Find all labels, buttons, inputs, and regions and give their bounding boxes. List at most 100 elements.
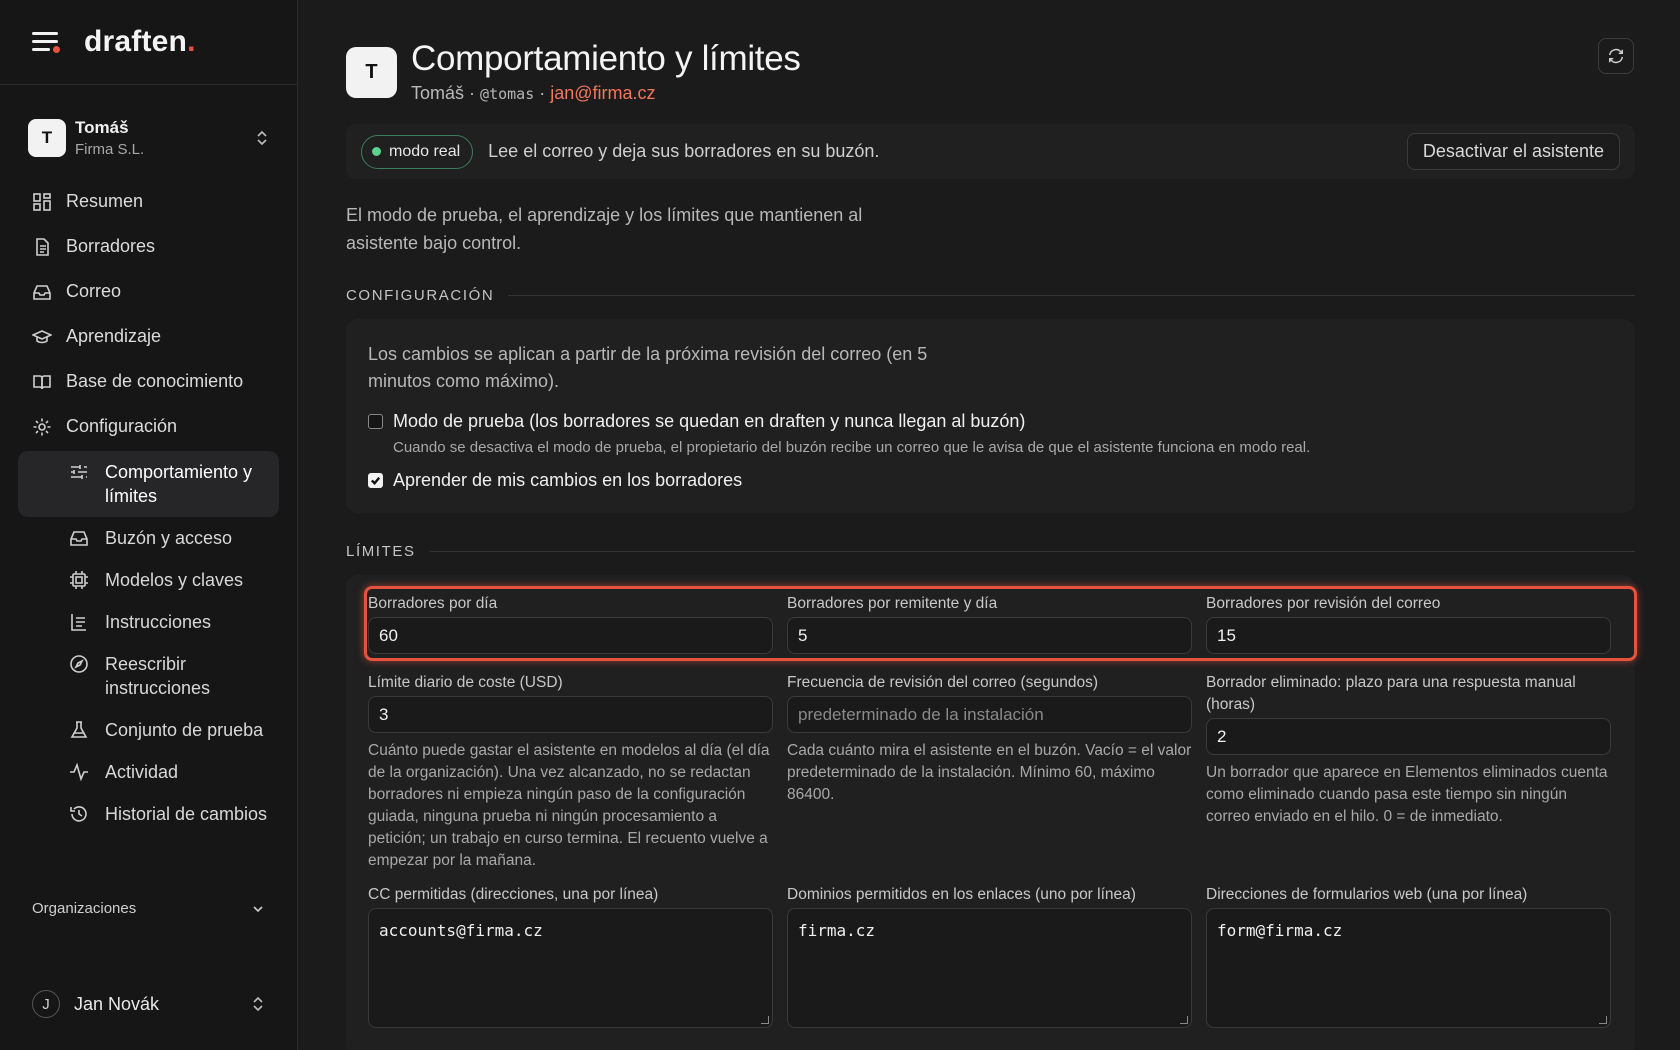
grid-icon <box>33 192 51 211</box>
field-help: Cada cuánto mira el asistente en el buzó… <box>787 742 1192 803</box>
chip-icon <box>70 571 88 589</box>
inbox-icon <box>33 284 51 300</box>
inbox-icon <box>70 531 88 546</box>
field-label: Borradores por remitente y día <box>787 595 998 612</box>
book-icon <box>33 374 51 389</box>
config-card: Los cambios se aplican a partir de la pr… <box>346 319 1635 513</box>
config-subnav: Comportamiento y límites Buzón y acceso … <box>0 451 297 835</box>
user-menu[interactable]: J Jan Novák <box>32 990 265 1018</box>
learn-row: Aprender de mis cambios en los borradore… <box>368 470 1613 491</box>
org-avatar: T <box>28 119 66 157</box>
drafts-per-day-input[interactable]: 60 <box>368 617 773 654</box>
sub-item-label: Reescribir instrucciones <box>105 654 211 698</box>
gear-icon <box>33 418 51 435</box>
sidebar-item-buzon[interactable]: Buzón y acceso <box>0 517 297 559</box>
sub-item-label: Historial de cambios <box>105 804 268 824</box>
textarea-value: firma.cz <box>798 921 876 940</box>
nav-item-aprendizaje[interactable]: Aprendizaje <box>0 314 297 359</box>
org-switch-sub: Firma S.L. <box>75 141 145 158</box>
limits-row-3: CC permitidas (direcciones, una por líne… <box>368 884 1613 1028</box>
deleted-window-input[interactable]: 2 <box>1206 718 1611 755</box>
sub-item-label: Comportamiento y límites <box>105 462 253 506</box>
sidebar-item-comportamiento[interactable]: Comportamiento y límites <box>18 451 279 517</box>
sub-item-label: Actividad <box>105 762 179 782</box>
nav-item-correo[interactable]: Correo <box>0 269 297 314</box>
sidebar-item-instrucciones[interactable]: Instrucciones <box>0 601 297 643</box>
form-addresses-textarea[interactable]: form@firma.cz <box>1206 908 1611 1028</box>
check-icon <box>370 476 381 486</box>
textarea-value: accounts@firma.cz <box>379 921 543 940</box>
nav-item-label: Resumen <box>66 191 144 211</box>
field-help: Un borrador que aparece en Elementos eli… <box>1206 764 1608 825</box>
menu-icon[interactable] <box>32 30 60 54</box>
section-title: LÍMITES <box>346 543 416 560</box>
check-frequency-input[interactable]: predeterminado de la instalación <box>787 696 1192 733</box>
sidebar-item-reescribir[interactable]: Reescribir instrucciones <box>0 643 297 709</box>
sub-item-label: Modelos y claves <box>105 570 244 590</box>
history-icon <box>70 806 87 822</box>
document-icon <box>36 237 49 256</box>
user-name: Jan Novák <box>74 993 160 1014</box>
nav-item-label: Aprendizaje <box>66 326 162 346</box>
drafts-per-sender-input[interactable]: 5 <box>787 617 1192 654</box>
org-switch-name: Tomáš <box>75 118 129 137</box>
field-help: Cuánto puede gastar el asistente en mode… <box>368 742 770 869</box>
daily-cost-input[interactable]: 3 <box>368 696 773 733</box>
organizations-label: Organizaciones <box>32 900 137 917</box>
field-label: Borradores por día <box>368 595 498 612</box>
refresh-button[interactable] <box>1598 38 1634 74</box>
brand-logo[interactable]: draften. <box>84 25 196 59</box>
nav-item-borradores[interactable]: Borradores <box>0 224 297 269</box>
chevron-updown-icon <box>257 130 267 146</box>
link-domains-textarea[interactable]: firma.cz <box>787 908 1192 1028</box>
resize-handle-icon[interactable] <box>761 1016 769 1024</box>
compass-icon <box>70 655 88 673</box>
nav-item-label: Base de conocimiento <box>66 371 244 391</box>
page-title: Comportamiento y límites <box>411 39 801 78</box>
nav-item-base-conocimiento[interactable]: Base de conocimiento <box>0 359 297 404</box>
resize-handle-icon[interactable] <box>1180 1016 1188 1024</box>
learn-checkbox[interactable] <box>368 473 383 488</box>
org-switcher[interactable]: T Tomáš Firma S.L. <box>0 115 297 161</box>
nav-item-label: Correo <box>66 281 122 301</box>
nav-item-resumen[interactable]: Resumen <box>0 179 297 224</box>
sub-item-label: Buzón y acceso <box>105 528 233 548</box>
list-icon <box>71 614 86 631</box>
check-frequency-field: Frecuencia de revisión del correo (segun… <box>787 672 1192 872</box>
sidebar-item-historial[interactable]: Historial de cambios <box>0 793 297 835</box>
field-label: CC permitidas (direcciones, una por líne… <box>368 886 659 903</box>
nav-item-label: Configuración <box>66 416 178 436</box>
sidebar-item-actividad[interactable]: Actividad <box>0 751 297 793</box>
status-badge-label: modo real <box>389 142 461 160</box>
page-subtitle: Tomáš · @tomas · jan@firma.cz <box>411 83 801 104</box>
organizations-toggle[interactable]: Organizaciones <box>32 900 265 917</box>
test-mode-checkbox[interactable] <box>368 414 383 429</box>
flask-icon <box>70 721 88 738</box>
link-domains-field: Dominios permitidos en los enlaces (uno … <box>787 884 1192 1028</box>
field-label: Dominios permitidos en los enlaces (uno … <box>787 886 1136 903</box>
main-nav: Resumen Borradores Correo Aprendizaje Ba… <box>0 179 297 835</box>
sliders-icon <box>71 465 87 479</box>
drafts-limits-row: Borradores por día 60 Borradores por rem… <box>364 586 1637 661</box>
learn-label[interactable]: Aprender de mis cambios en los borradore… <box>393 470 742 491</box>
drafts-per-check-field: Borradores por revisión del correo 15 <box>1206 593 1611 654</box>
resize-handle-icon[interactable] <box>1599 1016 1607 1024</box>
test-mode-label[interactable]: Modo de prueba (los borradores se quedan… <box>393 411 1310 432</box>
separator: · <box>469 83 476 103</box>
owner-name: Tomáš <box>411 83 465 103</box>
sidebar-item-modelos[interactable]: Modelos y claves <box>0 559 297 601</box>
owner-email[interactable]: jan@firma.cz <box>550 83 655 103</box>
page-avatar: T <box>346 47 397 98</box>
limits-card: Borradores por día 60 Borradores por rem… <box>346 575 1637 1050</box>
nav-item-configuracion[interactable]: Configuración <box>0 404 297 449</box>
deactivate-assistant-button[interactable]: Desactivar el asistente <box>1406 133 1620 170</box>
sub-item-label: Conjunto de prueba <box>105 720 264 740</box>
sub-item-label: Instrucciones <box>105 612 212 632</box>
deleted-window-field: Borrador eliminado: plazo para una respu… <box>1206 672 1611 872</box>
sidebar: draften. T Tomáš Firma S.L. Resumen Borr… <box>0 0 298 1050</box>
sidebar-item-conjunto[interactable]: Conjunto de prueba <box>0 709 297 751</box>
drafts-per-check-input[interactable]: 15 <box>1206 617 1611 654</box>
field-label: Frecuencia de revisión del correo (segun… <box>787 674 1099 691</box>
cc-allowed-textarea[interactable]: accounts@firma.cz <box>368 908 773 1028</box>
chevron-updown-icon <box>253 996 263 1012</box>
